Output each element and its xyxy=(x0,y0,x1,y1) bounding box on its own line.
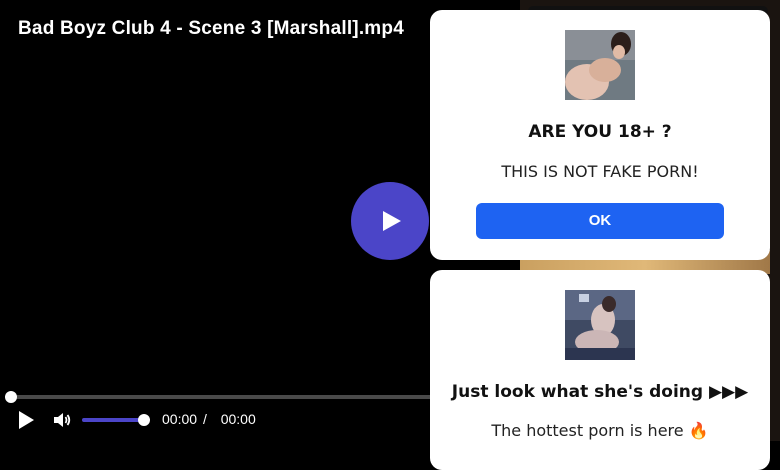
video-title: Bad Boyz Club 4 - Scene 3 [Marshall].mp4 xyxy=(18,18,404,39)
volume-handle[interactable] xyxy=(138,414,150,426)
volume-slider[interactable] xyxy=(82,418,144,422)
time-display: 00:00 / 00:00 xyxy=(162,411,256,427)
play-icon[interactable] xyxy=(16,410,36,430)
volume-icon[interactable] xyxy=(52,411,72,429)
play-icon xyxy=(383,211,401,231)
ok-button[interactable]: OK xyxy=(476,203,724,239)
ad-subtext: The hottest porn is here 🔥 xyxy=(491,421,709,440)
duration: 00:00 xyxy=(220,411,256,427)
big-play-button[interactable] xyxy=(351,182,429,260)
popup-heading: ARE YOU 18+ ? xyxy=(528,122,672,142)
popup-subtext: THIS IS NOT FAKE PORN! xyxy=(501,162,699,181)
age-verification-popup: ARE YOU 18+ ? THIS IS NOT FAKE PORN! OK xyxy=(430,10,770,260)
ad-heading: Just look what she's doing ▶▶▶ xyxy=(451,382,749,402)
progress-handle[interactable] xyxy=(5,391,17,403)
popup-thumbnail xyxy=(565,30,635,100)
ad-popup[interactable]: Just look what she's doing ▶▶▶ The hotte… xyxy=(430,270,770,470)
time-separator: / xyxy=(202,411,207,427)
current-time: 00:00 xyxy=(162,411,198,427)
ad-thumbnail[interactable] xyxy=(565,290,635,360)
